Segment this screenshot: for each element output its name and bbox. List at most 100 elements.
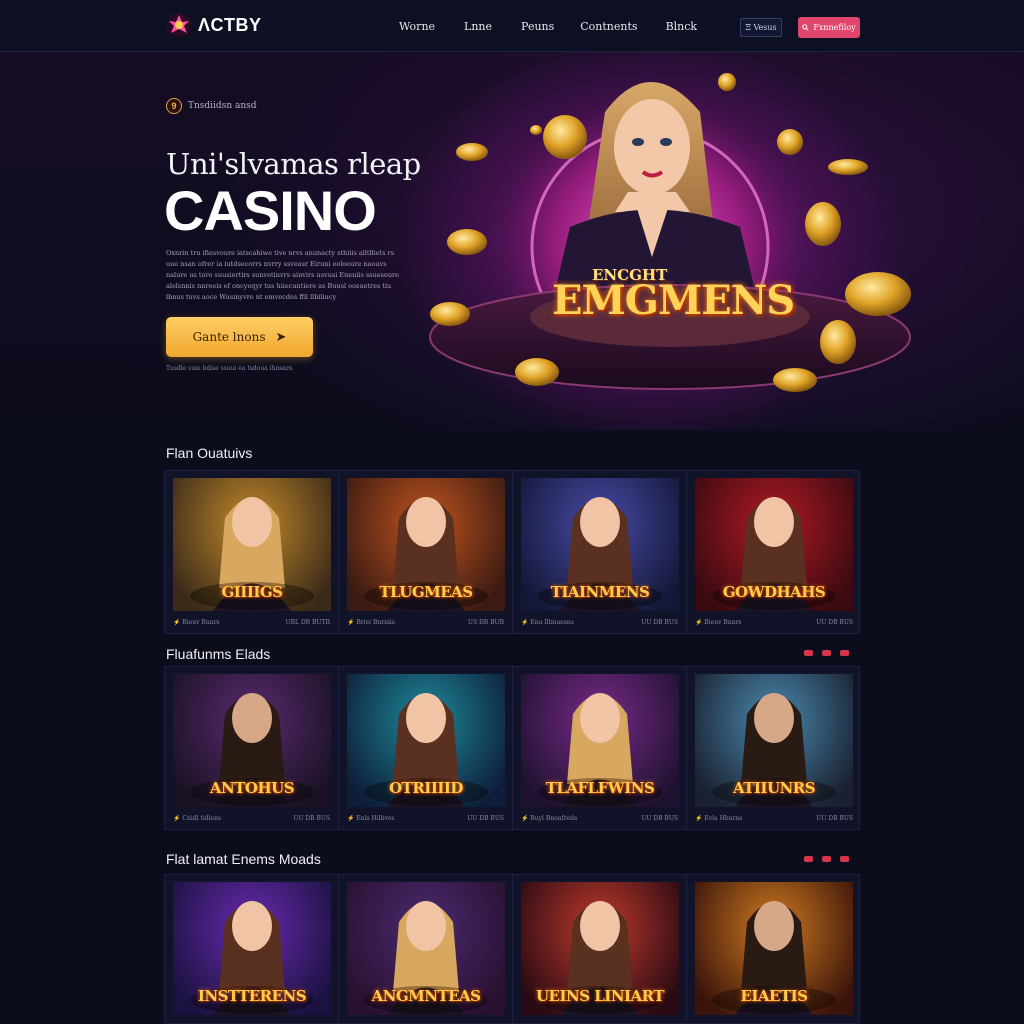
section-flags-3: [804, 856, 849, 862]
section-flags-2: [804, 650, 849, 656]
card-footer: Bieuv Bnnrs UBL DB BUTR: [173, 611, 330, 633]
game-thumbnail[interactable]: UEINS LINIART: [521, 882, 679, 1015]
provider-label: Bieuv Bnnrs: [695, 619, 741, 626]
game-title: ATIIUNRS: [732, 779, 816, 797]
game-title: UEINS LINIART: [535, 987, 665, 1005]
card-footer: Briei Bnrniis US DB BUB: [347, 611, 504, 633]
register-button[interactable]: Fxnnefiloy: [798, 17, 860, 38]
game-card[interactable]: INSTTERENS: [165, 875, 339, 1023]
game-card[interactable]: ATIIUNRS Evla Hbnrns UU DB BUS: [687, 667, 861, 829]
game-stats: UU DB BUS: [293, 814, 330, 822]
game-thumbnail[interactable]: TLUGMEAS: [347, 478, 505, 611]
game-thumbnail[interactable]: GOWDHAHS: [695, 478, 853, 611]
game-stats: US DB BUB: [467, 618, 504, 626]
section-title-1: Flan Ouatuivs: [166, 445, 253, 461]
game-title: GOWDHAHS: [722, 583, 826, 601]
game-title: TLAFLFWINS: [545, 779, 655, 797]
card-footer: Bieuv Bnnrs UU DB BUS: [695, 611, 853, 633]
game-card[interactable]: ANTOHUS Cnidl tidlens UU DB BUS: [165, 667, 339, 829]
arrow-right-icon: ➤: [275, 329, 287, 345]
game-thumbnail[interactable]: ANTOHUS: [173, 674, 331, 807]
signin-button[interactable]: Ξ Vesus: [740, 18, 782, 37]
badge-icon: 9: [166, 98, 182, 114]
top-header: ΛCTBY Worne Lnne Peuns Contnents Blnck Ξ…: [0, 0, 1024, 52]
flag-icon[interactable]: [840, 856, 849, 862]
nav-item-live[interactable]: Lnne: [464, 20, 492, 33]
flag-icon[interactable]: [822, 650, 831, 656]
provider-label: Buyl Bnonfreds: [521, 815, 577, 822]
provider-label: Briei Bnrniis: [347, 619, 395, 626]
nav-item-black[interactable]: Blnck: [666, 20, 698, 33]
game-thumbnail[interactable]: GIIIIGS: [173, 478, 331, 611]
section-title-2: Fluafunms Elads: [166, 646, 271, 662]
provider-label: Enu Ilbnuesns: [521, 619, 573, 626]
game-card[interactable]: ANGMNTEAS: [339, 875, 513, 1023]
game-grid-3: INSTTERENS ANGMNTEAS UEINS LINIART EIAETIS: [164, 874, 860, 1024]
game-grid-1: GIIIIGS Bieuv Bnnrs UBL DB BUTR TLUGMEAS Bri…: [164, 470, 860, 634]
game-card[interactable]: TIAINMENS Enu Ilbnuesns UU DB BUS: [513, 471, 687, 633]
game-thumbnail[interactable]: ANGMNTEAS: [347, 882, 505, 1015]
card-footer: Buyl Bnonfreds UU DB BUS: [521, 807, 678, 829]
register-label: Fxnnefiloy: [813, 23, 856, 32]
game-title: GIIIIGS: [221, 583, 283, 601]
game-stats: UBL DB BUTR: [285, 618, 330, 626]
card-footer: Cnidl tidlens UU DB BUS: [173, 807, 330, 829]
hero-subtitle: Uni'slvamas rleap: [166, 147, 421, 181]
game-card[interactable]: GOWDHAHS Bieuv Bnnrs UU DB BUS: [687, 471, 861, 633]
game-grid-2: ANTOHUS Cnidl tidlens UU DB BUS OTRIIIID Enl…: [164, 666, 860, 830]
game-thumbnail[interactable]: TLAFLFWINS: [521, 674, 679, 807]
hero-badge: 9 Tnsdiidsn ansd: [166, 98, 257, 114]
hero-title: CASINO: [164, 179, 377, 242]
game-card[interactable]: GIIIIGS Bieuv Bnnrs UBL DB BUTR: [165, 471, 339, 633]
nav-item-contents[interactable]: Contnents: [580, 20, 637, 33]
game-thumbnail[interactable]: TIAINMENS: [521, 478, 679, 611]
game-title: TIAINMENS: [550, 583, 650, 601]
game-title: TLUGMEAS: [379, 583, 473, 601]
game-stats: UU DB BUS: [816, 618, 853, 626]
hero-artwork: [429, 73, 911, 402]
game-stats: UU DB BUS: [816, 814, 853, 822]
hero-note: Tusdle suie bdise ssuui ea tsdoua ihnsar…: [166, 365, 293, 372]
game-card[interactable]: OTRIIIID Enls Hilbves UU DB BUS: [339, 667, 513, 829]
game-title: EIAETIS: [740, 987, 808, 1005]
game-thumbnail[interactable]: OTRIIIID: [347, 674, 505, 807]
section-title-3: Flat lamat Enems Moads: [166, 851, 321, 867]
card-footer: Enu Ilbnuesns UU DB BUS: [521, 611, 678, 633]
search-icon: [802, 24, 809, 31]
hero-banner-text: EMGMENS: [552, 277, 795, 324]
game-title: INSTTERENS: [197, 987, 307, 1005]
game-card[interactable]: TLUGMEAS Briei Bnrniis US DB BUB: [339, 471, 513, 633]
provider-label: Enls Hilbves: [347, 815, 394, 822]
flag-icon[interactable]: [804, 856, 813, 862]
game-thumbnail[interactable]: EIAETIS: [695, 882, 853, 1015]
flag-icon[interactable]: [840, 650, 849, 656]
hero-banner: 9 Tnsdiidsn ansd Uni'slvamas rleap CASIN…: [0, 52, 1024, 430]
game-title: OTRIIIID: [389, 779, 463, 797]
logo[interactable]: ΛCTBY: [166, 12, 262, 38]
logo-text: ΛCTBY: [198, 14, 262, 35]
game-thumbnail[interactable]: ATIIUNRS: [695, 674, 853, 807]
game-card[interactable]: TLAFLFWINS Buyl Bnonfreds UU DB BUS: [513, 667, 687, 829]
play-now-button[interactable]: Gante lnons ➤: [166, 317, 313, 357]
card-footer: Enls Hilbves UU DB BUS: [347, 807, 504, 829]
game-card[interactable]: UEINS LINIART: [513, 875, 687, 1023]
game-stats: UU DB BUS: [467, 814, 504, 822]
badge-text: Tnsdiidsn ansd: [188, 101, 257, 111]
game-stats: UU DB BUS: [641, 814, 678, 822]
logo-icon: [167, 13, 191, 37]
cta-label: Gante lnons: [192, 330, 266, 344]
flag-icon[interactable]: [822, 856, 831, 862]
flag-icon[interactable]: [804, 650, 813, 656]
main-nav: Worne Lnne Peuns Contnents Blnck: [399, 20, 697, 33]
card-footer: Evla Hbnrns UU DB BUS: [695, 807, 853, 829]
game-thumbnail[interactable]: INSTTERENS: [173, 882, 331, 1015]
provider-label: Evla Hbnrns: [695, 815, 742, 822]
nav-item-home[interactable]: Worne: [399, 20, 435, 33]
game-card[interactable]: EIAETIS: [687, 875, 861, 1023]
hero-description: Oxnrin tru ifiesvoure iatscahiwe tive nr…: [166, 249, 399, 301]
provider-label: Cnidl tidlens: [173, 815, 221, 822]
game-stats: UU DB BUS: [641, 618, 678, 626]
provider-label: Bieuv Bnnrs: [173, 619, 219, 626]
game-title: ANGMNTEAS: [371, 987, 481, 1005]
nav-item-promotions[interactable]: Peuns: [521, 20, 554, 33]
